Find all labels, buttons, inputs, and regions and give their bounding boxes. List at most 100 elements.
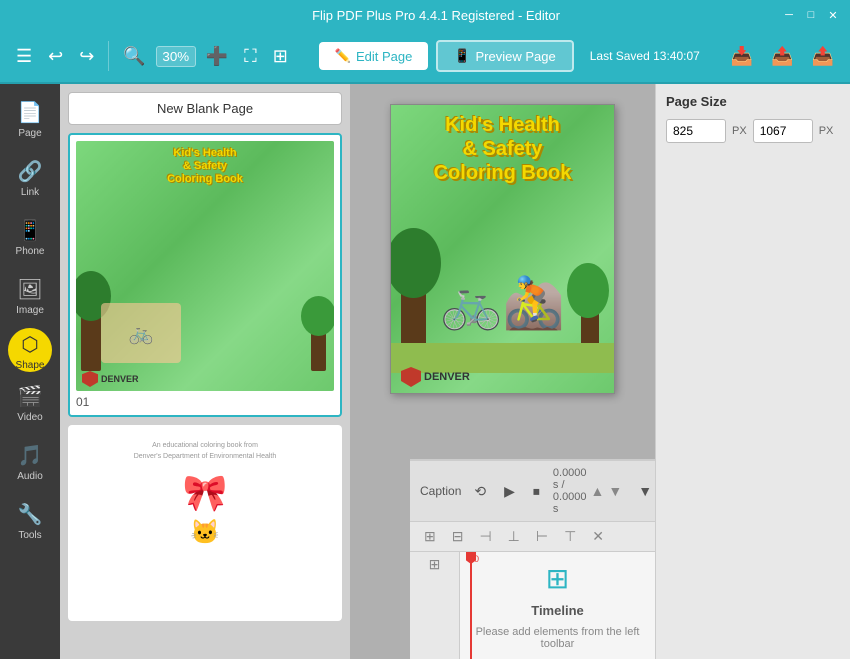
main-content: 📄 Page 🔗 Link 📱 Phone 🖼 Image ⬡ Shape 🎬 … (0, 84, 850, 659)
thumbnail-page-02[interactable]: An educational coloring book fromDenver'… (68, 425, 342, 621)
sketch-cat-02: 🐱 (190, 518, 220, 547)
timeline-left-controls: ⊞ (410, 552, 460, 659)
main-book-cover: Kid's Health& SafetyColoring Book 🚲🚵 (391, 105, 614, 393)
book-title-01: Kid's Health& SafetyColoring Book (80, 147, 330, 187)
edit-icon: ✏️ (335, 48, 351, 64)
sidebar-item-audio[interactable]: 🎵 Audio (4, 435, 56, 490)
tree-top-right (301, 296, 334, 336)
thumbnail-panel: New Blank Page Kid's Health& SafetyColor… (60, 84, 350, 659)
close-button[interactable]: ✕ (826, 8, 840, 22)
main-toolbar: ☰ ↩ ↪ 🔍 30% ➕ ⛶ ⊞ ✏️ Edit Page 📱 Preview… (0, 30, 850, 84)
image-label: Image (16, 305, 44, 316)
tl-split-button[interactable]: ⊟ (448, 526, 468, 547)
zoom-out-button[interactable]: 🔍 (117, 42, 151, 71)
main-cover-scene: 🚲🚵 (391, 205, 614, 373)
sketch-text-02: An educational coloring book fromDenver'… (134, 441, 277, 462)
titlebar: Flip PDF Plus Pro 4.4.1 Registered - Edi… (0, 0, 850, 30)
redo-button[interactable]: ↪ (73, 42, 100, 71)
stop-button[interactable]: ⏹ (528, 481, 545, 502)
tl-align-center-button[interactable]: ⊥ (504, 526, 524, 547)
shape-label: Shape (16, 360, 45, 371)
edit-page-label: Edit Page (356, 49, 412, 64)
menu-button[interactable]: ☰ (10, 42, 38, 71)
width-input[interactable] (666, 119, 726, 143)
denver-logo-01: DENVER (82, 371, 139, 387)
new-blank-page-button[interactable]: New Blank Page (68, 92, 342, 125)
tl-layers-button[interactable]: ⊞ (429, 556, 441, 573)
grid-view-button[interactable]: ⊞ (267, 42, 294, 71)
main-denver-text: DENVER (424, 371, 470, 383)
fit-screen-button[interactable]: ⛶ (238, 42, 263, 71)
time-display: 0.0000 s / 0.0000 s ▲ ▼ (553, 467, 622, 515)
sidebar-item-video[interactable]: 🎬 Video (4, 376, 56, 431)
tl-add-keyframe-button[interactable]: ⊞ (420, 526, 440, 547)
zoom-in-button[interactable]: ➕ (200, 42, 234, 71)
timeline-track[interactable]: 0 ⊞ Timeline Please add elements from th… (460, 552, 655, 659)
height-input[interactable] (753, 119, 813, 143)
rewind-button[interactable]: ⟲ (469, 481, 491, 502)
tl-align-left-button[interactable]: ⊣ (475, 526, 495, 547)
zoom-control: 30% (156, 46, 196, 67)
undo-button[interactable]: ↩ (42, 42, 69, 71)
import-button[interactable]: 📥 (725, 42, 759, 71)
timeline-expand-button[interactable]: ▼ (638, 483, 652, 499)
zoom-input[interactable]: 30% (156, 46, 196, 67)
play-button[interactable]: ▶ (499, 481, 520, 502)
sketch-figure-02: 🎀 (183, 472, 228, 514)
timeline-empty-subtitle: Please add elements from the left toolba… (460, 626, 655, 650)
preview-page-button[interactable]: 📱 Preview Page (436, 40, 573, 72)
height-unit: PX (819, 125, 834, 137)
tl-delete-button[interactable]: ✕ (588, 526, 608, 547)
main-denver-shield (401, 367, 421, 387)
minimize-button[interactable]: ─ (782, 8, 796, 22)
time-up-button[interactable]: ▲ (591, 483, 605, 499)
tools-icon: 🔧 (18, 502, 43, 527)
tools-label: Tools (18, 530, 41, 541)
main-denver-logo: DENVER (401, 367, 470, 387)
timeline-empty-state: ⊞ Timeline Please add elements from the … (460, 562, 655, 650)
cursor-label: 0 (474, 554, 479, 564)
time-down-button[interactable]: ▼ (608, 483, 622, 499)
right-properties-panel: Page Size PX PX (655, 84, 850, 659)
sidebar-item-tools[interactable]: 🔧 Tools (4, 494, 56, 549)
denver-shield-icon (82, 371, 98, 387)
window-controls: ─ □ ✕ (782, 8, 840, 22)
audio-label: Audio (17, 471, 43, 482)
timeline-toolbar: ⊞ ⊟ ⊣ ⊥ ⊢ ⊤ ✕ (410, 522, 655, 552)
caption-label: Caption (420, 484, 461, 498)
timeline-empty-title: Timeline (531, 603, 584, 618)
sidebar-item-phone[interactable]: 📱 Phone (4, 210, 56, 265)
app-title: Flip PDF Plus Pro 4.4.1 Registered - Edi… (90, 8, 782, 23)
main-book-title: Kid's Health& SafetyColoring Book (397, 113, 608, 185)
divider-1 (108, 41, 109, 71)
link-icon: 🔗 (18, 159, 43, 184)
timeline-area: ⊞ 0 ⊞ Timeline Please add elements from … (410, 552, 655, 659)
main-page-canvas: Kid's Health& SafetyColoring Book 🚲🚵 (390, 104, 615, 394)
thumb-canvas-01: Kid's Health& SafetyColoring Book 🚲 (76, 141, 334, 391)
audio-icon: 🎵 (18, 443, 43, 468)
edit-page-button[interactable]: ✏️ Edit Page (319, 42, 429, 70)
preview-page-label: Preview Page (476, 49, 556, 64)
tl-align-right-button[interactable]: ⊢ (532, 526, 552, 547)
canvas-wrapper: Kid's Health& SafetyColoring Book 🚲🚵 (350, 84, 655, 659)
sidebar-item-link[interactable]: 🔗 Link (4, 151, 56, 206)
sidebar-item-page[interactable]: 📄 Page (4, 92, 56, 147)
main-bike-scene: 🚲🚵 (421, 253, 584, 353)
sidebar-item-shape[interactable]: ⬡ Shape (8, 328, 52, 372)
preview-icon: 📱 (454, 48, 470, 64)
export-right-button[interactable]: 📤 (806, 42, 840, 71)
timeline-cursor-line (470, 552, 472, 659)
video-icon: 🎬 (18, 384, 43, 409)
export-left-button[interactable]: 📤 (765, 42, 799, 71)
tl-align-top-button[interactable]: ⊤ (560, 526, 580, 547)
book-cover-01: Kid's Health& SafetyColoring Book 🚲 (76, 141, 334, 391)
page-icon: 📄 (18, 100, 43, 125)
thumb-label-01: 01 (76, 395, 334, 409)
sidebar-item-image[interactable]: 🖼 Image (4, 269, 56, 324)
thumbnail-page-01[interactable]: Kid's Health& SafetyColoring Book 🚲 (68, 133, 342, 417)
cover-scene: 🚲 (76, 251, 334, 371)
thumb-canvas-02: An educational coloring book fromDenver'… (76, 433, 334, 613)
toolbar-right: 📥 📤 📤 (725, 42, 840, 71)
maximize-button[interactable]: □ (804, 8, 818, 22)
timeline-empty-icon: ⊞ (546, 562, 569, 595)
